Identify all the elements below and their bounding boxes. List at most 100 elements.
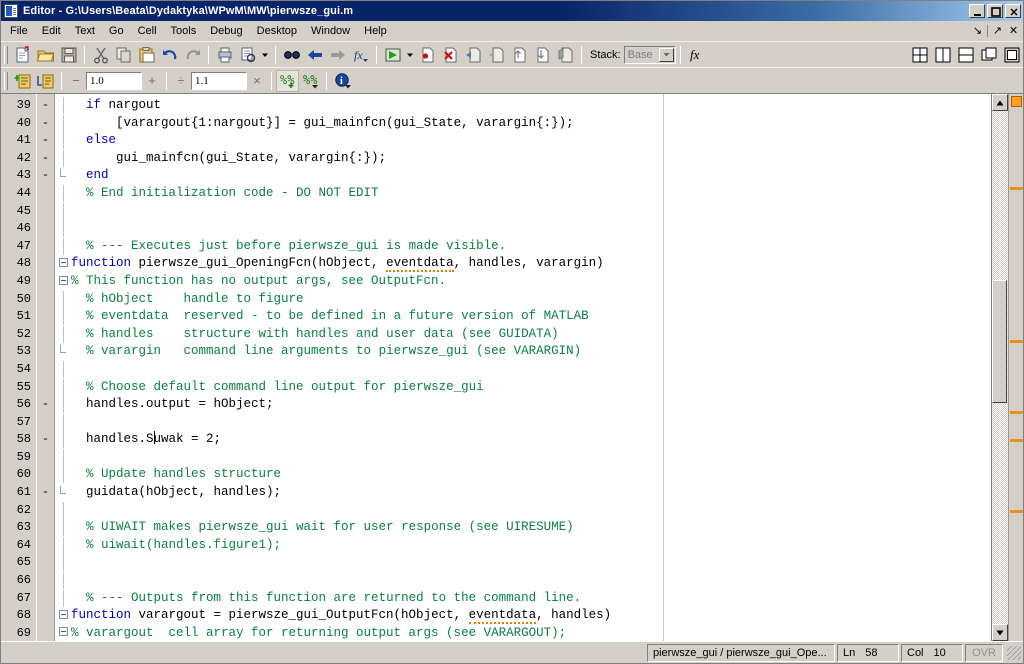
fold-slot[interactable]	[55, 273, 71, 291]
breakpoint-slot[interactable]: -	[37, 97, 54, 115]
code-line[interactable]	[71, 203, 991, 221]
code-line[interactable]	[71, 361, 991, 379]
fold-slot[interactable]	[55, 519, 71, 537]
print-preview-icon[interactable]	[236, 44, 259, 66]
menu-item-desktop[interactable]: Desktop	[250, 22, 304, 40]
breakpoint-slot[interactable]	[37, 273, 54, 291]
fold-slot[interactable]	[55, 308, 71, 326]
code-line[interactable]: % hObject handle to figure	[71, 291, 991, 309]
divide-button[interactable]: ÷	[171, 73, 191, 88]
code-line[interactable]: % varargin command line arguments to pie…	[71, 343, 991, 361]
menu-item-cell[interactable]: Cell	[131, 22, 164, 40]
fold-slot[interactable]	[55, 97, 71, 115]
code-analyzer-status-indicator[interactable]	[1011, 96, 1022, 107]
set-breakpoint-icon[interactable]	[416, 44, 439, 66]
breakpoint-slot[interactable]	[37, 291, 54, 309]
save-icon[interactable]	[57, 44, 80, 66]
fold-slot[interactable]	[55, 290, 71, 309]
fold-slot[interactable]	[55, 536, 71, 555]
status-overwrite-toggle[interactable]: OVR	[965, 643, 1003, 662]
code-line[interactable]: % --- Executes just before pierwsze_gui …	[71, 238, 991, 256]
breakpoint-slot[interactable]	[37, 308, 54, 326]
code-line[interactable]	[71, 554, 991, 572]
code-analyzer-strip[interactable]	[1008, 94, 1023, 641]
code-line[interactable]: handles.output = hObject;	[71, 396, 991, 414]
code-line[interactable]: % End initialization code - DO NOT EDIT	[71, 185, 991, 203]
redo-icon[interactable]	[181, 44, 204, 66]
breakpoint-slot[interactable]: -	[37, 150, 54, 168]
cell-help-icon[interactable]: i	[331, 70, 354, 92]
stack-dropdown[interactable]: Base	[623, 45, 676, 64]
code-analyzer-warning-mark[interactable]	[1010, 438, 1023, 442]
step-icon[interactable]	[462, 44, 485, 66]
code-line[interactable]	[71, 572, 991, 590]
print-icon[interactable]	[213, 44, 236, 66]
breakpoint-slot[interactable]: -	[37, 431, 54, 449]
increment-button[interactable]: +	[142, 73, 162, 88]
fx-icon[interactable]: fx	[685, 44, 711, 66]
close-panel-icon[interactable]: ✕	[1007, 25, 1020, 37]
breakpoint-slot[interactable]	[37, 414, 54, 432]
code-line[interactable]: function pierwsze_gui_OpeningFcn(hObject…	[71, 255, 991, 273]
fold-slot[interactable]	[55, 184, 71, 203]
fold-slot[interactable]	[55, 554, 71, 572]
breakpoint-slot[interactable]: -	[37, 167, 54, 185]
evaluate-cell-icon[interactable]: %%	[299, 70, 322, 92]
open-file-icon[interactable]	[34, 44, 57, 66]
code-line[interactable]: [varargout{1:nargout}] = gui_mainfcn(gui…	[71, 115, 991, 133]
clear-breakpoints-icon[interactable]	[439, 44, 462, 66]
code-line[interactable]	[71, 220, 991, 238]
code-line[interactable]: % uiwait(handles.figure1);	[71, 537, 991, 555]
code-line[interactable]: % This function has no output args, see …	[71, 273, 991, 291]
multiply-button[interactable]: ×	[247, 73, 267, 88]
code-folding-gutter[interactable]	[55, 94, 71, 641]
menu-item-debug[interactable]: Debug	[203, 22, 249, 40]
breakpoint-slot[interactable]	[37, 203, 54, 221]
code-line[interactable]	[71, 449, 991, 467]
fold-slot[interactable]	[55, 396, 71, 414]
fold-slot[interactable]	[55, 572, 71, 590]
code-analyzer-warning-mark[interactable]	[1010, 509, 1023, 513]
paste-icon[interactable]	[135, 44, 158, 66]
menu-item-edit[interactable]: Edit	[35, 22, 68, 40]
menu-item-text[interactable]: Text	[68, 22, 102, 40]
tile-horizontal-icon[interactable]	[954, 44, 977, 66]
code-analyzer-warning-mark[interactable]	[1010, 411, 1023, 415]
menu-item-window[interactable]: Window	[304, 22, 357, 40]
find-icon[interactable]	[280, 44, 303, 66]
copy-icon[interactable]	[112, 44, 135, 66]
fold-slot[interactable]	[55, 431, 71, 449]
new-file-icon[interactable]	[11, 44, 34, 66]
scroll-down-button[interactable]	[992, 624, 1008, 641]
code-line[interactable]	[71, 414, 991, 432]
tile-vertical-icon[interactable]	[931, 44, 954, 66]
fold-slot[interactable]	[55, 413, 71, 432]
code-line[interactable]: % UIWAIT makes pierwsze_gui wait for use…	[71, 519, 991, 537]
fold-slot[interactable]	[55, 466, 71, 484]
cell-toolbar-grip[interactable]	[4, 71, 8, 90]
breakpoint-slot[interactable]	[37, 379, 54, 397]
fold-slot[interactable]	[55, 132, 71, 150]
breakpoint-slot[interactable]	[37, 554, 54, 572]
breakpoint-slot[interactable]	[37, 466, 54, 484]
breakpoint-gutter[interactable]: --------	[37, 94, 55, 641]
fold-collapse-icon[interactable]	[58, 609, 68, 619]
exit-debug-icon[interactable]	[554, 44, 577, 66]
breakpoint-slot[interactable]	[37, 238, 54, 256]
fold-slot[interactable]	[55, 149, 71, 168]
forward-arrow-icon[interactable]	[326, 44, 349, 66]
code-line[interactable]: % Choose default command line output for…	[71, 379, 991, 397]
fold-slot[interactable]	[55, 325, 71, 344]
continue-icon[interactable]	[531, 44, 554, 66]
decrement-button[interactable]: −	[66, 73, 86, 88]
fold-slot[interactable]	[55, 167, 71, 185]
code-line[interactable]: % varargout cell array for returning out…	[71, 625, 991, 641]
breakpoint-slot[interactable]	[37, 519, 54, 537]
step-in-icon[interactable]	[485, 44, 508, 66]
code-line[interactable]	[71, 502, 991, 520]
fold-slot[interactable]	[55, 378, 71, 397]
menu-item-help[interactable]: Help	[357, 22, 394, 40]
breakpoint-slot[interactable]	[37, 255, 54, 273]
fold-collapse-icon[interactable]	[58, 627, 68, 637]
breakpoint-slot[interactable]	[37, 590, 54, 608]
